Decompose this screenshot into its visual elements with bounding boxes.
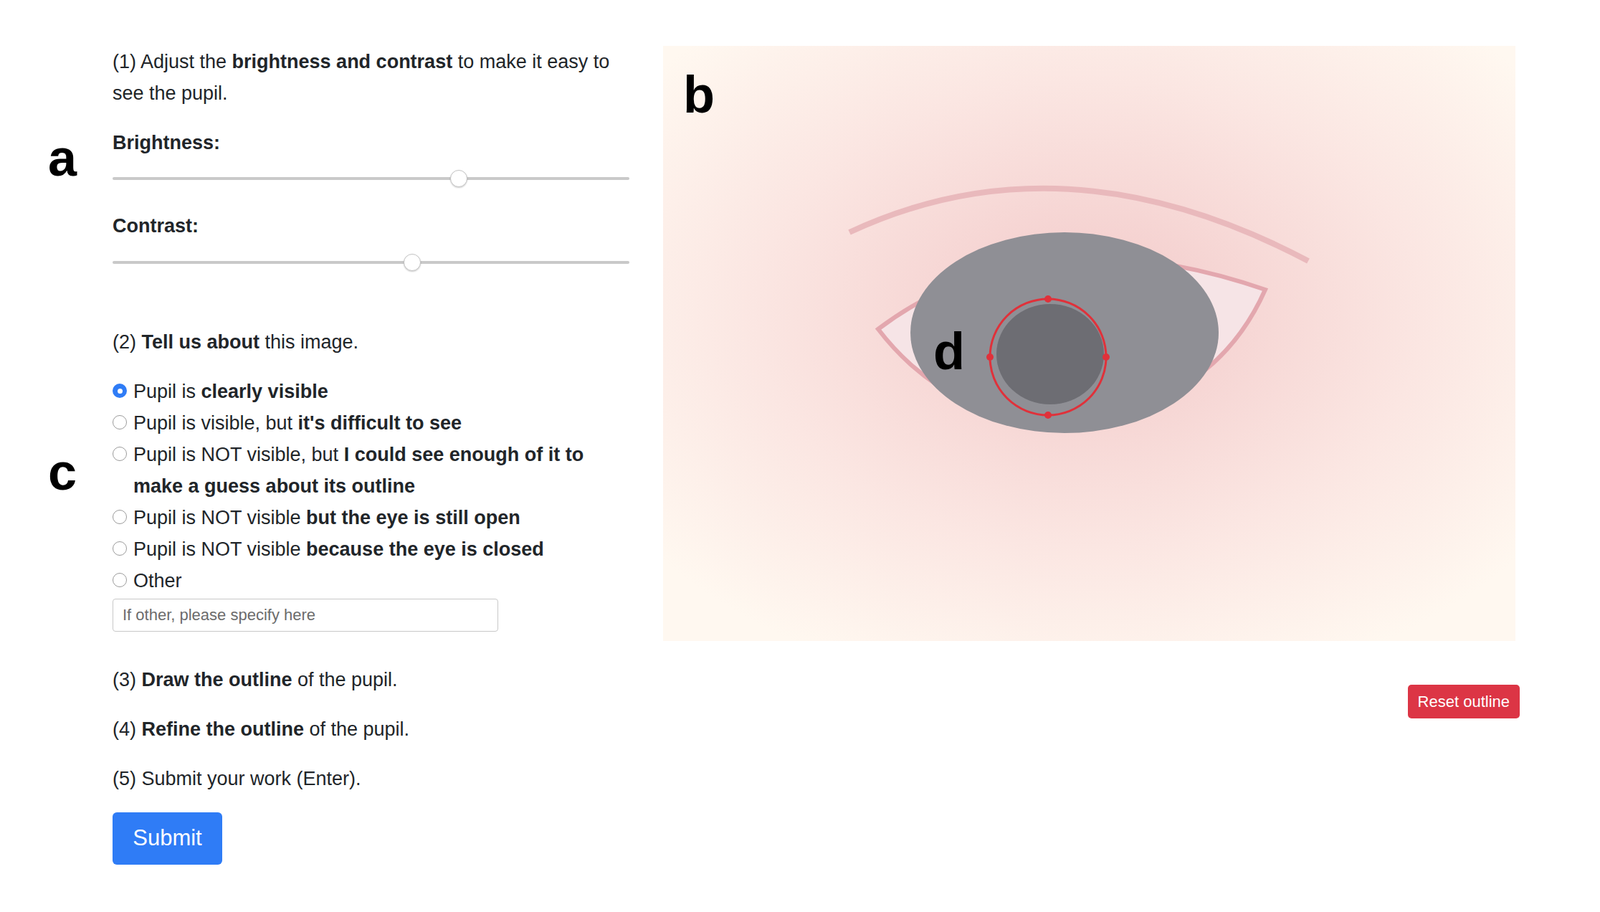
- slider-label: Contrast:: [112, 211, 630, 241]
- slider[interactable]: [112, 169, 630, 188]
- radio-label: Pupil is NOT visible because the eye is …: [133, 533, 630, 565]
- radio-button[interactable]: [112, 541, 127, 556]
- radio-option[interactable]: Pupil is NOT visible but the eye is stil…: [112, 501, 630, 534]
- radio-label: Other: [133, 564, 630, 597]
- panel-label: c: [48, 445, 77, 498]
- outline-handle[interactable]: [986, 353, 994, 361]
- other-input[interactable]: [112, 598, 499, 632]
- radio-label: Pupil is clearly visible: [133, 375, 630, 408]
- image-panel: bdReset outline: [663, 45, 1520, 912]
- pupil-outline[interactable]: [663, 45, 1516, 641]
- reset-outline-button[interactable]: Reset outline: [1407, 684, 1520, 719]
- slider-label: Brightness:: [112, 128, 630, 157]
- instruction: (1) Adjust the brightness and contrast t…: [112, 45, 630, 109]
- radio-button[interactable]: [112, 383, 127, 398]
- radio-label: Pupil is NOT visible but the eye is stil…: [133, 501, 630, 534]
- radio-button[interactable]: [112, 509, 127, 525]
- slider-track: [112, 177, 630, 180]
- radio-label: Pupil is visible, but it's difficult to …: [133, 407, 630, 439]
- slider-thumb[interactable]: [450, 169, 468, 188]
- panel-label: b: [683, 68, 715, 121]
- step-instruction: (5) Submit your work (Enter).: [112, 762, 630, 795]
- eye-photo[interactable]: bd: [663, 45, 1516, 641]
- radio-option[interactable]: Pupil is visible, but it's difficult to …: [112, 407, 630, 439]
- slider-group: Contrast:: [112, 211, 630, 271]
- panel-label: d: [933, 325, 965, 378]
- outline-handle[interactable]: [1044, 295, 1052, 303]
- instruction: (2) Tell us about this image.: [112, 326, 630, 358]
- outline-handle[interactable]: [1102, 353, 1110, 361]
- radio-option[interactable]: Other: [112, 564, 630, 597]
- step-instruction: (4) Refine the outline of the pupil.: [112, 713, 630, 745]
- controls-panel: (1) Adjust the brightness and contrast t…: [112, 45, 630, 912]
- slider-group: Brightness:: [112, 128, 630, 188]
- panel-label: a: [48, 131, 77, 184]
- radio-button[interactable]: [112, 446, 127, 461]
- radio-button[interactable]: [112, 572, 127, 588]
- eye-photo-picture: [663, 45, 1516, 641]
- radio-group: Pupil is clearly visiblePupil is visible…: [112, 375, 630, 597]
- radio-option[interactable]: Pupil is NOT visible, but I could see en…: [112, 438, 630, 502]
- slider-thumb[interactable]: [403, 253, 421, 271]
- submit-button[interactable]: Submit: [112, 812, 223, 865]
- radio-button[interactable]: [112, 415, 127, 430]
- outline-handle[interactable]: [1044, 411, 1052, 419]
- slider[interactable]: [112, 253, 630, 271]
- slider-track: [112, 260, 630, 264]
- annotation-page: a c (1) Adjust the brightness and contrast…: [0, 0, 1600, 912]
- step-instruction: (3) Draw the outline of the pupil.: [112, 663, 630, 696]
- radio-option[interactable]: Pupil is NOT visible because the eye is …: [112, 533, 630, 565]
- radio-option[interactable]: Pupil is clearly visible: [112, 375, 630, 408]
- radio-label: Pupil is NOT visible, but I could see en…: [133, 438, 630, 502]
